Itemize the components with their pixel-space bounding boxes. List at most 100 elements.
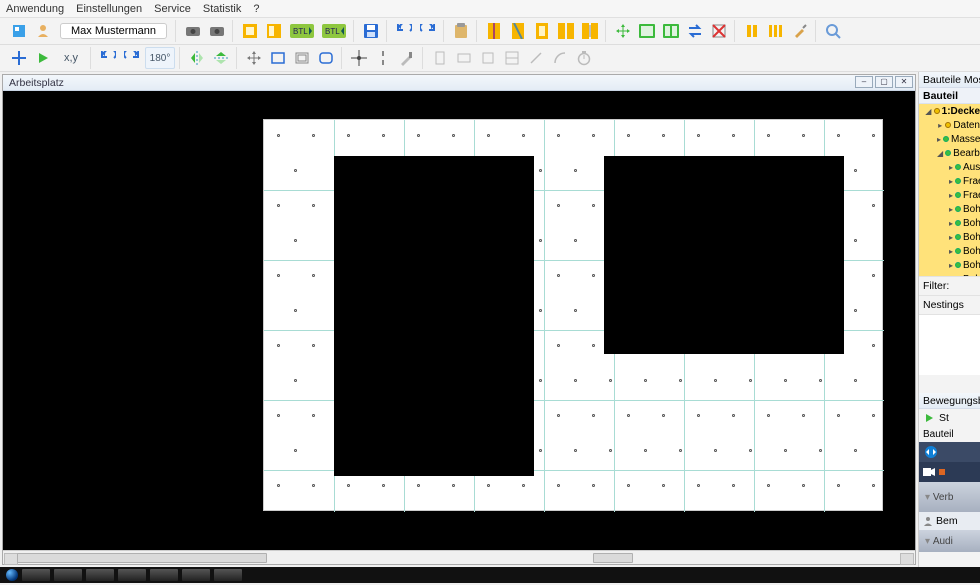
maximize-icon[interactable]: ▢ [875, 76, 893, 88]
panel-icon-1[interactable] [239, 20, 261, 42]
undo-icon[interactable] [393, 20, 415, 42]
redo-icon[interactable] [417, 20, 439, 42]
magnify-icon[interactable] [822, 20, 844, 42]
suction-cup-hole [749, 449, 752, 452]
menu-service[interactable]: Service [154, 3, 191, 15]
rect-outline-icon[interactable] [291, 47, 313, 69]
taskbar[interactable] [0, 567, 980, 583]
outline-a-icon[interactable] [429, 47, 451, 69]
camera-icon-2[interactable] [206, 20, 228, 42]
op-icon-c3[interactable] [531, 20, 553, 42]
play-icon[interactable] [32, 47, 54, 69]
arc-icon[interactable] [549, 47, 571, 69]
nestings-area[interactable] [919, 315, 980, 375]
suction-cup-hole [609, 449, 612, 452]
line-icon[interactable] [525, 47, 547, 69]
collapse-audi[interactable]: ▾ Audi [919, 530, 980, 552]
menu-statistik[interactable]: Statistik [203, 3, 242, 15]
tree-item[interactable]: ▸Masse [921, 132, 980, 146]
support-yellow-1-icon[interactable] [741, 20, 763, 42]
menu-anwendung[interactable]: Anwendung [6, 3, 64, 15]
mirror-h-icon[interactable] [210, 47, 232, 69]
tree-item[interactable]: ▸Bohrf [921, 202, 980, 216]
cross-target-icon[interactable] [348, 47, 370, 69]
nested-panel[interactable] [263, 119, 883, 511]
task-item[interactable] [214, 569, 242, 581]
play-small-icon[interactable] [922, 411, 936, 425]
user-icon[interactable] [32, 20, 54, 42]
task-item[interactable] [22, 569, 50, 581]
horizontal-scrollbar[interactable] [3, 550, 915, 564]
suction-cup-hole [312, 204, 315, 207]
outline-c-icon[interactable] [477, 47, 499, 69]
rect-round-icon[interactable] [315, 47, 337, 69]
tree-item[interactable]: ▸Ausse [921, 160, 980, 174]
rect-tool-icon[interactable] [267, 47, 289, 69]
tree-item[interactable]: ▸Bohrf [921, 272, 980, 276]
suction-cup-hole [592, 274, 595, 277]
tree-item[interactable]: ◢Bearbeitu [921, 146, 980, 160]
clipboard-icon[interactable] [450, 20, 472, 42]
v-break-icon[interactable] [372, 47, 394, 69]
brush-icon[interactable] [789, 20, 811, 42]
redo-small-icon[interactable] [121, 47, 143, 69]
start-orb-icon[interactable] [6, 569, 18, 581]
layout-green-1-icon[interactable] [636, 20, 658, 42]
task-item[interactable] [54, 569, 82, 581]
tree-item[interactable]: ▸Fraes [921, 188, 980, 202]
tree-item[interactable]: ▸Fraes [921, 174, 980, 188]
suction-cup-hole [697, 484, 700, 487]
outline-d-icon[interactable] [501, 47, 523, 69]
op-icon-c2[interactable] [507, 20, 529, 42]
outline-b-icon[interactable] [453, 47, 475, 69]
swap-blue-icon[interactable] [684, 20, 706, 42]
move-arrows-icon[interactable] [612, 20, 634, 42]
save-icon[interactable] [360, 20, 382, 42]
cross-marker-icon[interactable] [8, 47, 30, 69]
move-arrows-2-icon[interactable] [243, 47, 265, 69]
op-icon-c4[interactable] [555, 20, 577, 42]
task-item[interactable] [86, 569, 114, 581]
support-yellow-2-icon[interactable] [765, 20, 787, 42]
knife-icon[interactable] [396, 47, 418, 69]
camera-icon-1[interactable] [182, 20, 204, 42]
tree-item[interactable]: ▸Daten [921, 118, 980, 132]
layout-green-2-icon[interactable] [660, 20, 682, 42]
suction-cup-hole [312, 484, 315, 487]
suction-cup-hole [609, 379, 612, 382]
btl-export-icon[interactable]: BTL [319, 20, 349, 42]
mirror-v-icon[interactable] [186, 47, 208, 69]
suction-cup-hole [627, 134, 630, 137]
menu-einstellungen[interactable]: Einstellungen [76, 3, 142, 15]
op-icon-c1[interactable] [483, 20, 505, 42]
stopwatch-icon[interactable] [573, 47, 595, 69]
app-icon[interactable] [8, 20, 30, 42]
suction-cup-hole [644, 379, 647, 382]
tree-item[interactable]: ▸Bohrf [921, 258, 980, 272]
panel-icon-2[interactable] [263, 20, 285, 42]
close-icon[interactable]: ✕ [895, 76, 913, 88]
tree-item[interactable]: ▸Bohrf [921, 216, 980, 230]
suction-cup-hole [714, 449, 717, 452]
parts-tree[interactable]: ◢1:Decke▸Daten▸Masse◢Bearbeitu▸Ausse▸Fra… [919, 104, 980, 276]
paths-title: Bewegungsbahnen [919, 393, 980, 409]
tree-item[interactable]: ▸Bohrf [921, 230, 980, 244]
task-item[interactable] [150, 569, 178, 581]
xlink-icon[interactable] [708, 20, 730, 42]
undo-small-icon[interactable] [97, 47, 119, 69]
minimize-icon[interactable]: – [855, 76, 873, 88]
op-icon-c5[interactable] [579, 20, 601, 42]
rotate-180-button[interactable]: 180° [145, 47, 175, 69]
xy-coords-button[interactable]: x,y [56, 47, 86, 69]
nestings-label[interactable]: Nestings [919, 296, 980, 315]
menu-help[interactable]: ? [253, 3, 259, 15]
tree-root[interactable]: ◢1:Decke [921, 104, 980, 118]
remote-dock [919, 442, 980, 462]
videocam-icon[interactable] [923, 467, 935, 477]
btl-import-icon[interactable]: BTL [287, 20, 317, 42]
tree-item[interactable]: ▸Bohrf [921, 244, 980, 258]
workspace-canvas[interactable] [3, 91, 915, 550]
task-item[interactable] [118, 569, 146, 581]
task-item[interactable] [182, 569, 210, 581]
collapse-verb[interactable]: ▾ Verb [919, 482, 980, 512]
